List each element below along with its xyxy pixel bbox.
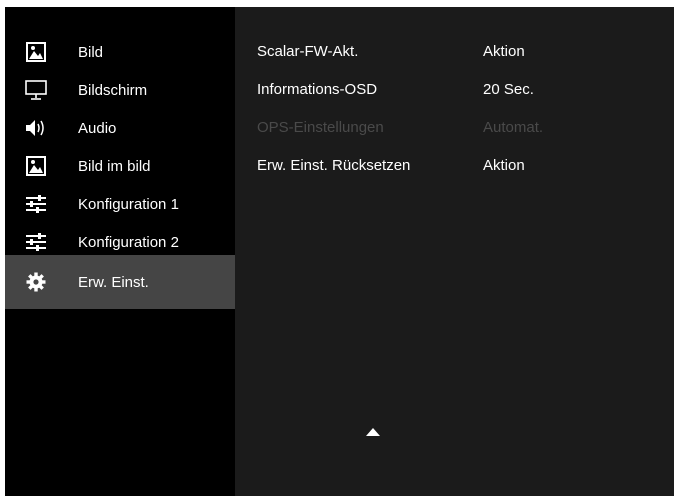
setting-row-erw-einst-ruecksetzen[interactable]: Erw. Einst. Rücksetzen Aktion [235, 147, 674, 185]
sliders-icon [25, 231, 47, 253]
setting-row-ops-einstellungen: OPS-Einstellungen Automat. [235, 109, 674, 147]
setting-row-informations-osd[interactable]: Informations-OSD 20 Sec. [235, 71, 674, 109]
sidebar-item-label: Bild [78, 43, 104, 61]
picture-icon [25, 41, 47, 63]
monitor-icon [25, 79, 47, 101]
triangle-up-icon[interactable] [365, 427, 381, 437]
setting-name: Informations-OSD [257, 81, 378, 98]
setting-name: OPS-Einstellungen [257, 119, 384, 136]
gear-icon [25, 271, 47, 293]
setting-name: Scalar-FW-Akt. [257, 43, 359, 60]
setting-value: 20 Sec. [483, 81, 534, 98]
sidebar-item-audio[interactable]: Audio [5, 109, 235, 147]
sliders-icon [25, 193, 47, 215]
sidebar: Bild Bildschirm Audio Bild im bild Konfi… [5, 7, 235, 496]
sidebar-item-bildschirm[interactable]: Bildschirm [5, 71, 235, 109]
speaker-icon [25, 117, 47, 139]
sidebar-item-label: Bild im bild [78, 157, 151, 175]
sidebar-item-bild-im-bild[interactable]: Bild im bild [5, 147, 235, 185]
sidebar-item-label: Erw. Einst. [78, 273, 149, 291]
sidebar-item-bild[interactable]: Bild [5, 33, 235, 71]
sidebar-item-konfiguration-1[interactable]: Konfiguration 1 [5, 185, 235, 223]
sidebar-item-erw-einst[interactable]: Erw. Einst. [5, 255, 235, 309]
setting-row-scalar-fw[interactable]: Scalar-FW-Akt. Aktion [235, 33, 674, 71]
setting-name: Erw. Einst. Rücksetzen [257, 157, 411, 174]
osd-menu: Bild Bildschirm Audio Bild im bild Konfi… [5, 7, 674, 496]
setting-value: Aktion [483, 43, 525, 60]
setting-value: Automat. [483, 119, 544, 136]
settings-panel: Scalar-FW-Akt. Aktion Informations-OSD 2… [235, 7, 674, 496]
picture-in-picture-icon [25, 155, 47, 177]
sidebar-item-label: Konfiguration 1 [78, 195, 179, 213]
sidebar-item-label: Audio [78, 119, 117, 137]
setting-value: Aktion [483, 157, 525, 174]
sidebar-item-label: Bildschirm [78, 81, 148, 99]
sidebar-item-label: Konfiguration 2 [78, 233, 179, 251]
